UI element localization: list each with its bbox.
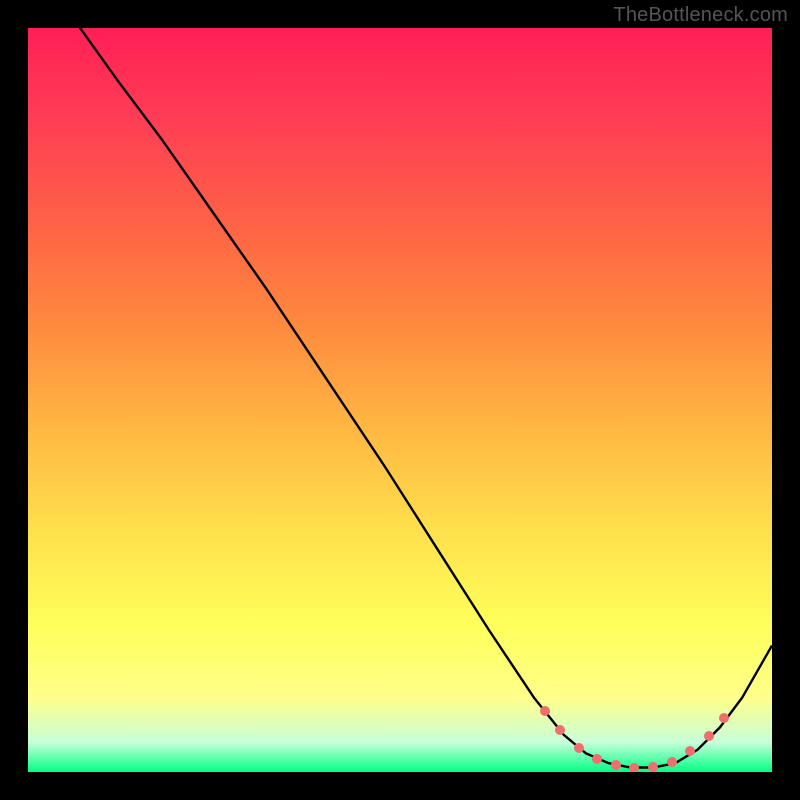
range-dot — [704, 731, 714, 741]
range-dot — [592, 754, 602, 764]
plot-area — [28, 28, 772, 772]
range-dot — [685, 746, 695, 756]
range-dot — [648, 762, 658, 772]
range-dot — [611, 760, 621, 770]
range-dot — [540, 706, 550, 716]
range-dot — [555, 725, 565, 735]
marker-layer — [28, 28, 772, 772]
range-dot — [667, 757, 677, 767]
range-dot — [574, 743, 584, 753]
range-dot — [719, 713, 729, 723]
range-dot — [629, 763, 639, 772]
watermark-text: TheBottleneck.com — [613, 4, 788, 27]
chart-frame: TheBottleneck.com — [0, 0, 800, 800]
